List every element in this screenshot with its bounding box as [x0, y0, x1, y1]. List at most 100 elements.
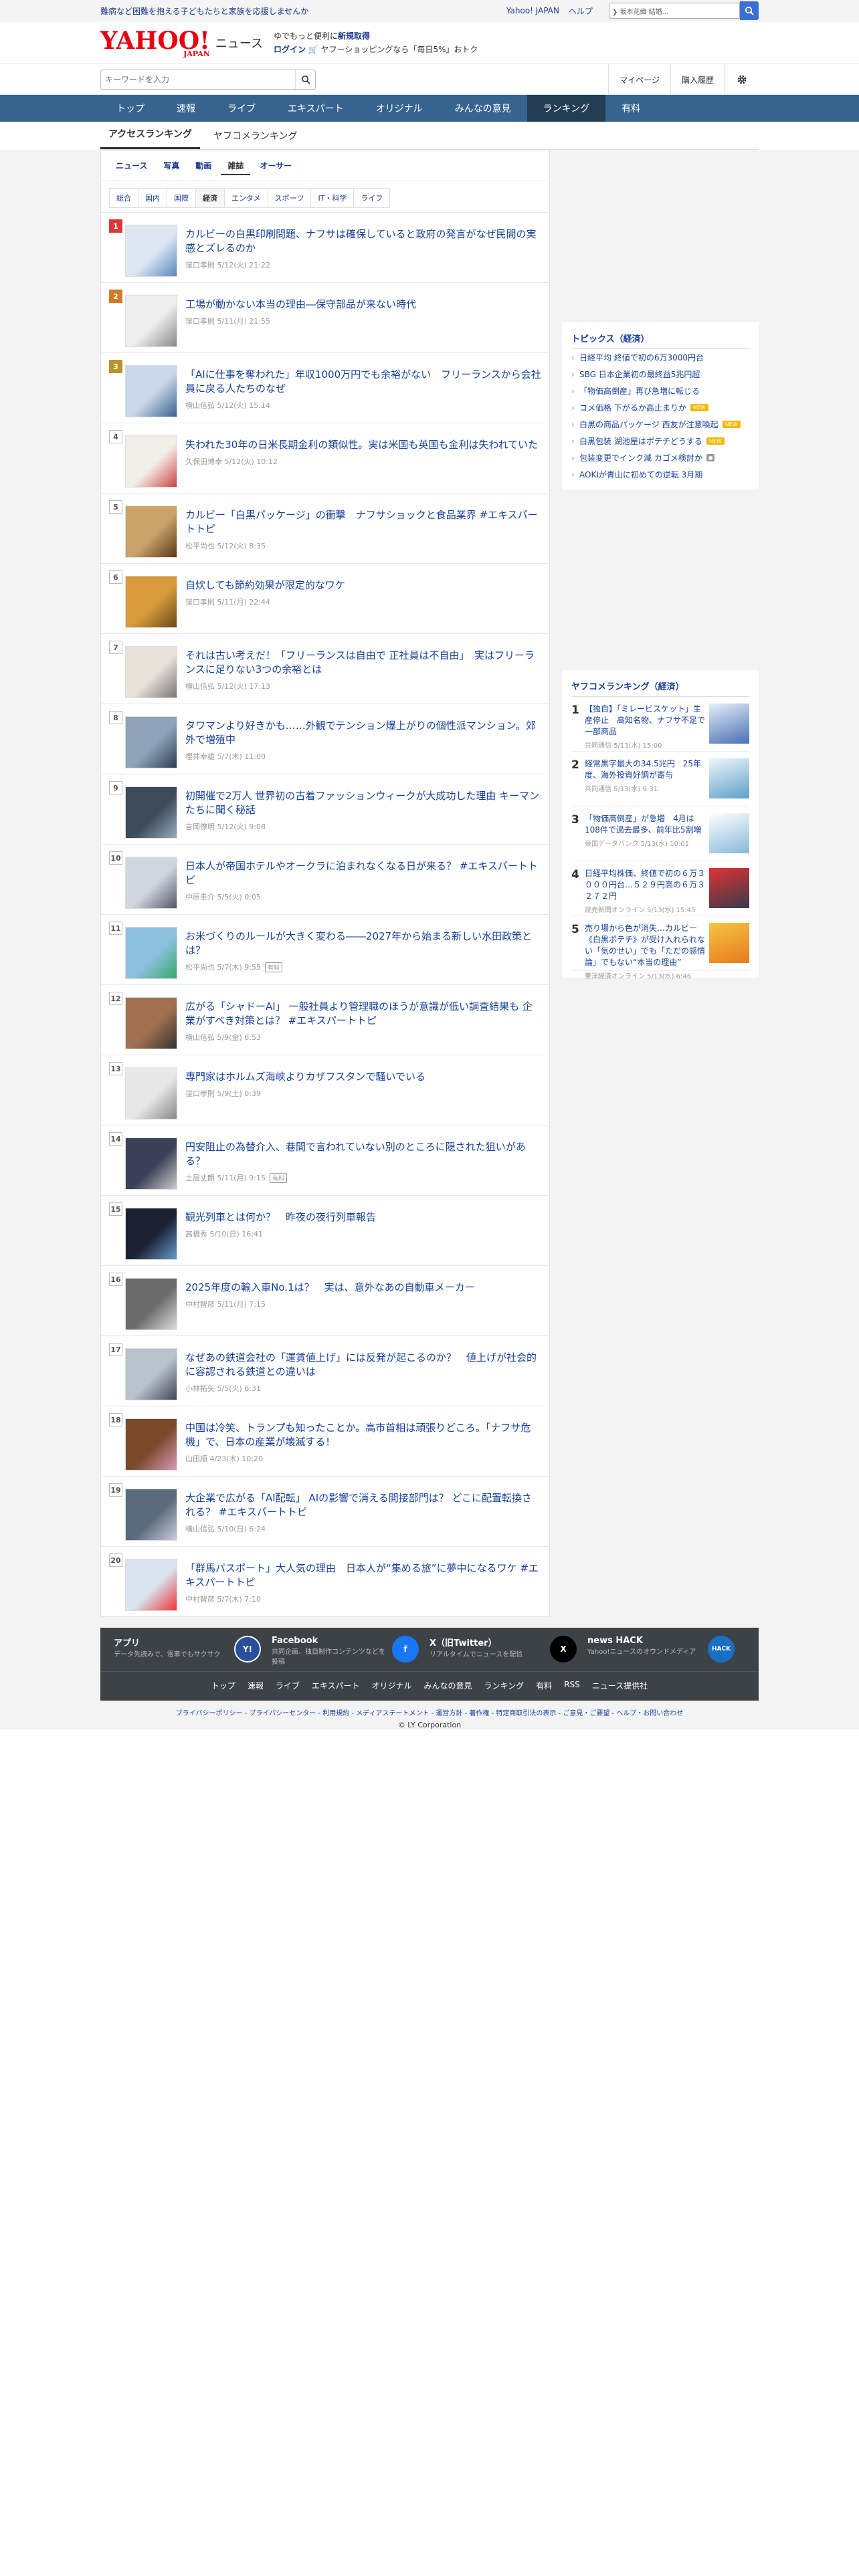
footer-link[interactable]: みんなの意見 — [424, 1680, 472, 1691]
ranking-item[interactable]: 1 カルビーの白黒印刷問題、ナフサは確保していると政府の発言がなぜ民間の実感とズレ… — [101, 212, 549, 282]
article-title-link[interactable]: なぜあの鉄道会社の「運賃値上げ」には反発が起こるのか？ 値上げが社会的に容認され… — [185, 1351, 541, 1379]
genre-tab[interactable]: 経済 — [195, 188, 225, 208]
genre-tab[interactable]: ライフ — [353, 188, 391, 208]
article-thumbnail[interactable] — [125, 1489, 177, 1541]
comment-ranking-title[interactable]: 売り場から色が消失…カルビー《白黒ポテチ》が受け入れられない「気のせい」でも「た… — [585, 923, 705, 968]
tab-comment-ranking[interactable]: ヤフコメランキング — [205, 129, 306, 149]
comment-ranking-thumbnail[interactable] — [709, 868, 749, 908]
article-thumbnail[interactable] — [125, 1138, 177, 1190]
settings-button[interactable] — [725, 64, 759, 95]
purchase-history-button[interactable]: 購入履歴 — [670, 64, 725, 95]
article-title-link[interactable]: お米づくりのルールが大きく変わる――2027年から始まる新しい水田政策とは？ — [185, 930, 541, 958]
ranking-item[interactable]: 4 失われた30年の日米長期金利の類似性。実は米国も英国も金利は失われていた 久保田… — [101, 423, 549, 493]
genre-tab[interactable]: 総合 — [109, 188, 138, 208]
article-title-link[interactable]: 中国は冷笑、トランプも知ったことか。高市首相は頑張りどころ。「ナフサ危機」で、日… — [185, 1421, 541, 1449]
genre-tab[interactable]: 国際 — [167, 188, 196, 208]
mypage-button[interactable]: マイページ — [608, 64, 670, 95]
article-thumbnail[interactable] — [125, 646, 177, 698]
comment-ranking-thumbnail[interactable] — [709, 813, 749, 853]
footer-link[interactable]: ニュース提供社 — [592, 1680, 648, 1691]
genre-tab[interactable]: スポーツ — [267, 188, 312, 208]
footer-link[interactable]: RSS — [564, 1680, 580, 1691]
help-link[interactable]: ヘルプ — [569, 5, 593, 17]
footer-app-link[interactable]: X（旧Twitter） リアルタイムでニュースを配信 X — [430, 1636, 587, 1667]
article-thumbnail[interactable] — [125, 295, 177, 347]
comment-ranking-item[interactable]: 5 売り場から色が消失…カルビー《白黒ポテチ》が受け入れられない「気のせい」でも「… — [571, 916, 749, 980]
ranking-item[interactable]: 15 観光列車とは何か？ 昨夜の夜行列車報告 高橋秀 5/10(日) 16:41 — [101, 1195, 549, 1265]
ranking-item[interactable]: 5 カルビー「白黒パッケージ」の衝撃 ナフサショックと食品業界 #エキスパートトピ… — [101, 493, 549, 563]
site-logo[interactable]: YAHOO! JAPAN ニュース — [100, 29, 274, 58]
topic-item[interactable]: 日経平均 終値で初の6万3000円台 — [571, 349, 749, 366]
ranking-item[interactable]: 11 お米づくりのルールが大きく変わる――2027年から始まる新しい水田政策とは？… — [101, 914, 549, 984]
article-thumbnail[interactable] — [125, 1208, 177, 1260]
article-thumbnail[interactable] — [125, 506, 177, 558]
footer-app-link[interactable]: news HACK Yahoo!ニュースのオウンドメディア HACK — [587, 1636, 745, 1667]
ranking-item[interactable]: 18 中国は冷笑、トランプも知ったことか。高市首相は頑張りどころ。「ナフサ危機」で… — [101, 1406, 549, 1476]
topic-link[interactable]: コメ価格 下がるか高止まりか — [579, 402, 686, 413]
nav-item[interactable]: 有料 — [605, 95, 656, 122]
article-title-link[interactable]: 広がる「シャドーAI」 一般社員より管理職のほうが意識が低い調査結果も 企業がす… — [185, 1000, 541, 1028]
comment-ranking-item[interactable]: 1 【独自】「ミレービスケット」生産停止 高知名物、ナフサ不足で一部商品 共同通信 … — [571, 697, 749, 752]
content-type-tab[interactable]: 写真 — [157, 158, 186, 175]
footer-link[interactable]: エキスパート — [312, 1680, 360, 1691]
comment-ranking-title[interactable]: 日経平均株価、終値で初の６万３０００円台…５２９円高の６万３２７２円 — [585, 868, 705, 902]
ranking-item[interactable]: 2 工場が動かない本当の理由―保守部品が来ない時代 窪口孝則 5/11(月) 21:… — [101, 282, 549, 352]
topic-link[interactable]: 日経平均 終値で初の6万3000円台 — [579, 352, 704, 363]
web-search-button[interactable] — [740, 1, 759, 20]
ranking-item[interactable]: 8 タワマンより好きかも……外観でテンション爆上がりの個性派マンション。郊外で増殖… — [101, 704, 549, 774]
article-title-link[interactable]: 失われた30年の日米長期金利の類似性。実は米国も英国も金利は失われていた — [185, 438, 541, 452]
comment-ranking-thumbnail[interactable] — [709, 923, 749, 963]
article-title-link[interactable]: カルビー「白黒パッケージ」の衝撃 ナフサショックと食品業界 #エキスパートトピ — [185, 508, 541, 536]
comment-ranking-item[interactable]: 2 経常黒字最大の34.5兆円 25年度、海外投資好調が寄与 共同通信 5/13(水… — [571, 752, 749, 807]
content-type-tab[interactable]: 雑誌 — [221, 158, 251, 175]
topic-item[interactable]: SBG 日本企業初の最終益5兆円超 — [571, 366, 749, 383]
comment-ranking-item[interactable]: 4 日経平均株価、終値で初の６万３０００円台…５２９円高の６万３２７２円 読売新聞オ… — [571, 861, 749, 916]
topics-heading[interactable]: トピックス（経済） — [571, 328, 749, 349]
comment-ranking-title[interactable]: 【独自】「ミレービスケット」生産停止 高知名物、ナフサ不足で一部商品 — [585, 704, 705, 738]
topic-item[interactable]: 「物価高倒産」再び急増に転じる — [571, 383, 749, 399]
yahoo-japan-link[interactable]: Yahoo! JAPAN — [506, 6, 559, 15]
article-thumbnail[interactable] — [125, 997, 177, 1049]
article-thumbnail[interactable] — [125, 365, 177, 417]
article-title-link[interactable]: タワマンより好きかも……外観でテンション爆上がりの個性派マンション。郊外で増殖中 — [185, 719, 541, 747]
comment-ranking-title[interactable]: 「物価高倒産」が急増 4月は108件で過去最多、前年比5割増 — [585, 813, 705, 836]
article-thumbnail[interactable] — [125, 576, 177, 628]
ranking-item[interactable]: 13 専門家はホルムズ海峡よりカザフスタンで騒いでいる 窪口孝則 5/9(土) 0:… — [101, 1055, 549, 1125]
article-title-link[interactable]: 円安阻止の為替介入、巷間で言われていない別のところに隠された狙いがある？ — [185, 1140, 541, 1168]
article-title-link[interactable]: 自炊しても節約効果が限定的なワケ — [185, 578, 541, 593]
footer-link[interactable]: 速報 — [248, 1680, 264, 1691]
article-title-link[interactable]: 「群馬パスポート」大人気の理由 日本人が“集める旅”に夢中になるワケ #エキスパ… — [185, 1562, 541, 1590]
comment-ranking-thumbnail[interactable] — [709, 758, 749, 798]
topic-item[interactable]: AOKIが青山に初めての逆転 3月期 — [571, 466, 749, 483]
article-title-link[interactable]: 2025年度の輸入車No.1は？ 実は、意外なあの自動車メーカー — [185, 1281, 541, 1295]
article-title-link[interactable]: 初開催で2万人 世界初の古着ファッションウィークが大成功した理由 キーマンたちに… — [185, 789, 541, 817]
article-thumbnail[interactable] — [125, 1348, 177, 1400]
article-title-link[interactable]: カルビーの白黒印刷問題、ナフサは確保していると政府の発言がなぜ民間の実感とズレる… — [185, 227, 541, 255]
nav-item[interactable]: オリジナル — [360, 95, 439, 122]
article-thumbnail[interactable] — [125, 1067, 177, 1119]
footer-link[interactable]: トップ — [211, 1680, 235, 1691]
nav-item[interactable]: 速報 — [161, 95, 211, 122]
topic-item[interactable]: 包装変更でインク減 カゴメ検討か ◼ — [571, 449, 749, 466]
news-search-input[interactable] — [101, 70, 295, 89]
ranking-item[interactable]: 20 「群馬パスポート」大人気の理由 日本人が“集める旅”に夢中になるワケ #エキ… — [101, 1546, 549, 1616]
article-thumbnail[interactable] — [125, 1559, 177, 1611]
ranking-item[interactable]: 16 2025年度の輸入車No.1は？ 実は、意外なあの自動車メーカー 中村智彦 5… — [101, 1265, 549, 1335]
content-type-tab[interactable]: 動画 — [189, 158, 218, 175]
footer-link[interactable]: 有料 — [536, 1680, 552, 1691]
nav-item[interactable]: ライブ — [211, 95, 272, 122]
ranking-item[interactable]: 17 なぜあの鉄道会社の「運賃値上げ」には反発が起こるのか？ 値上げが社会的に容認… — [101, 1335, 549, 1406]
ranking-item[interactable]: 6 自炊しても節約効果が限定的なワケ 窪口孝則 5/11(月) 22:44 — [101, 563, 549, 633]
comment-ranking-title[interactable]: 経常黒字最大の34.5兆円 25年度、海外投資好調が寄与 — [585, 758, 705, 781]
tab-access-ranking[interactable]: アクセスランキング — [100, 127, 200, 149]
comment-ranking-heading[interactable]: ヤフコメランキング（経済） — [571, 675, 749, 697]
ranking-item[interactable]: 12 広がる「シャドーAI」 一般社員より管理職のほうが意識が低い調査結果も 企業… — [101, 984, 549, 1055]
topic-link[interactable]: 包装変更でインク減 カゴメ検討か — [579, 452, 702, 463]
topic-item[interactable]: 白黒包装 湖池屋はポテチどうする NEW — [571, 433, 749, 449]
article-thumbnail[interactable] — [125, 927, 177, 979]
news-search-button[interactable] — [295, 70, 315, 89]
topic-link[interactable]: SBG 日本企業初の最終益5兆円超 — [579, 368, 700, 380]
comment-ranking-thumbnail[interactable] — [709, 704, 749, 744]
ranking-item[interactable]: 19 大企業で広がる「AI配転」 AIの影響で消える間接部門は？ どこに配置転換さ… — [101, 1476, 549, 1546]
footer-link[interactable]: ランキング — [484, 1680, 524, 1691]
